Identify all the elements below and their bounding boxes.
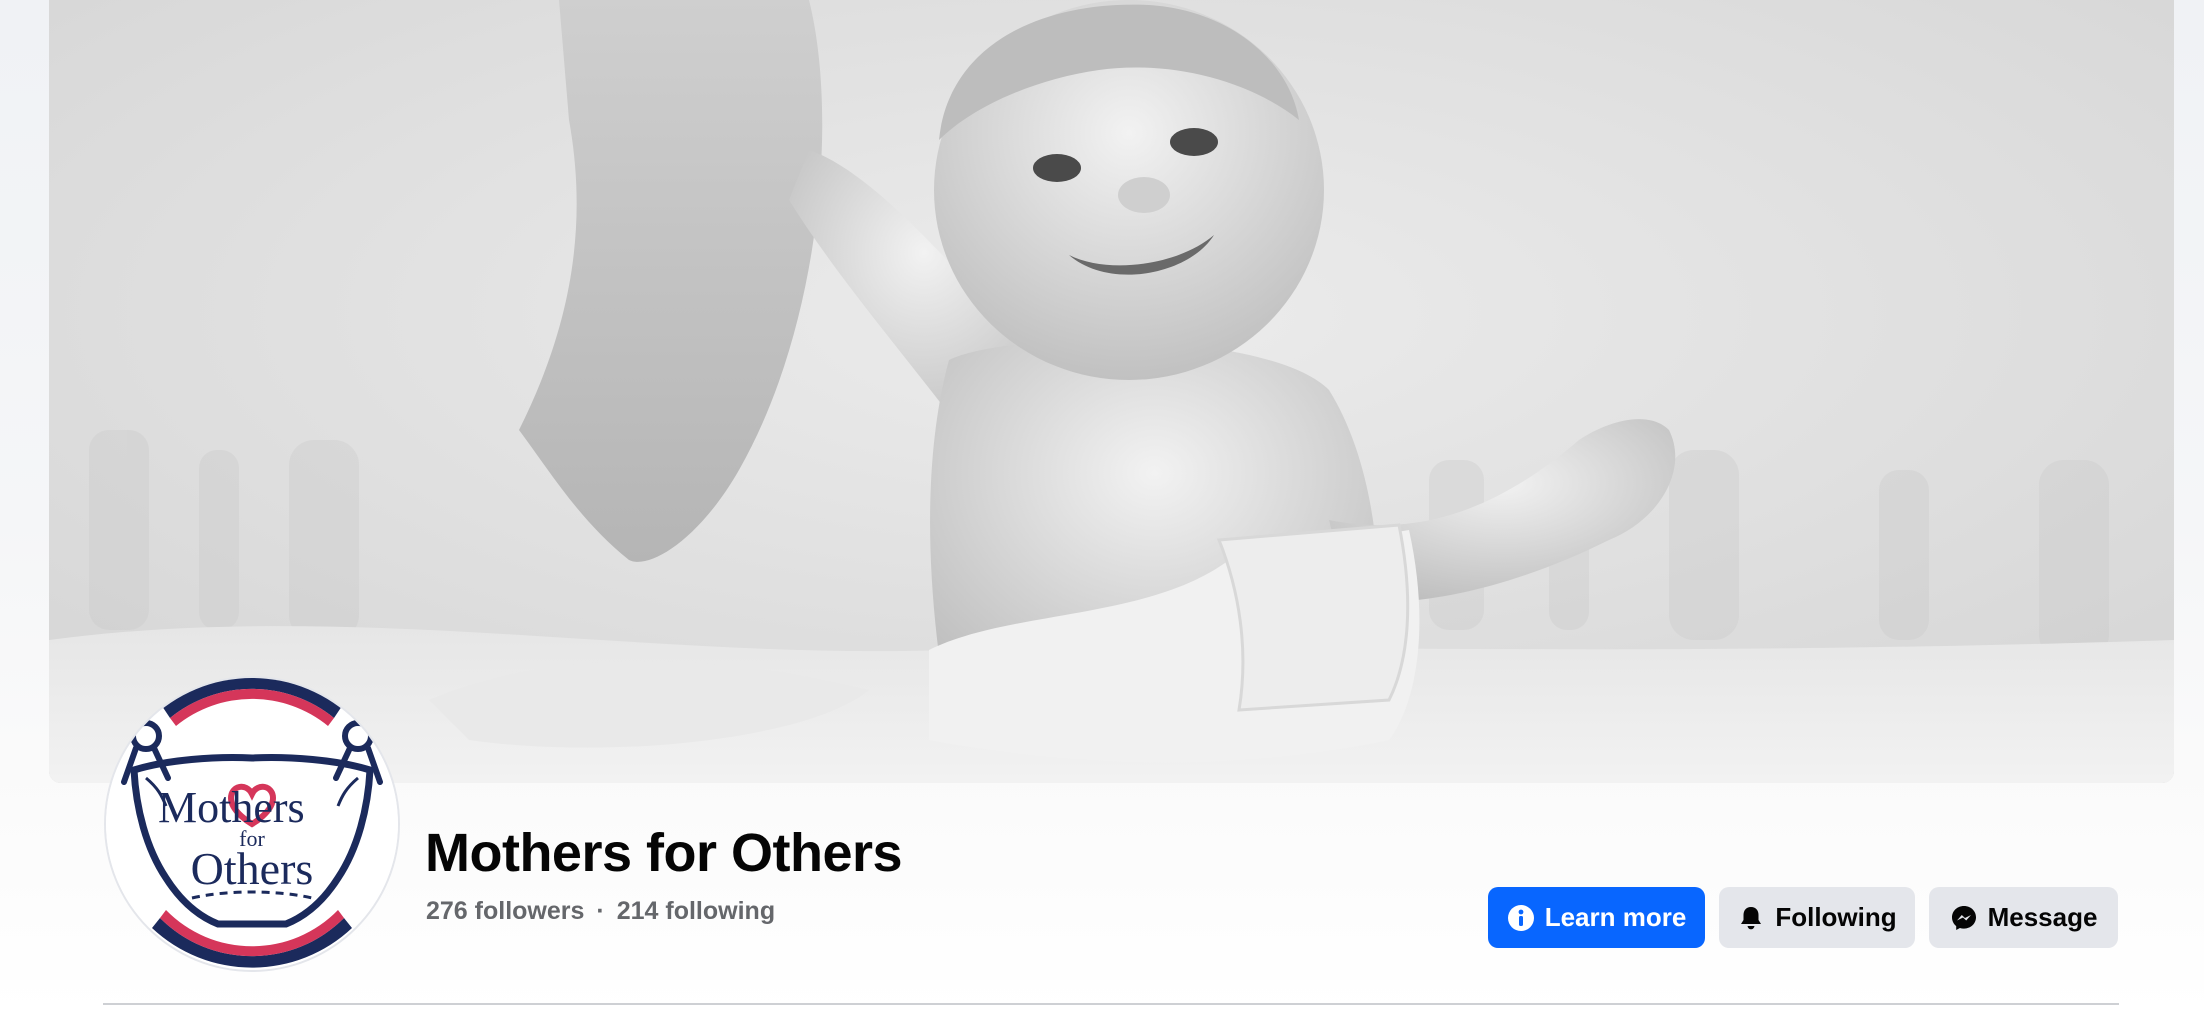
header-divider bbox=[103, 1003, 2119, 1005]
page-title: Mothers for Others bbox=[425, 823, 903, 883]
logo-text-others: Others bbox=[191, 843, 314, 894]
followers-link[interactable]: 276 followers bbox=[426, 897, 584, 926]
cover-photo[interactable] bbox=[49, 0, 2174, 783]
logo-text-mothers: Mothers bbox=[158, 783, 305, 832]
stats-separator: · bbox=[596, 897, 605, 925]
info-icon bbox=[1507, 904, 1535, 932]
page-header: Mothers for Others Mothers for Others 27… bbox=[0, 0, 2204, 1014]
profile-actions: Learn more Following Message bbox=[1488, 887, 2118, 948]
messenger-icon bbox=[1950, 904, 1978, 932]
follow-stats: 276 followers · 214 following bbox=[426, 897, 775, 926]
cover-photo-image bbox=[49, 0, 2174, 783]
following-label: Following bbox=[1775, 902, 1897, 932]
diaper-heart-logo: Mothers for Others bbox=[106, 678, 398, 970]
profile-avatar[interactable]: Mothers for Others bbox=[106, 678, 398, 970]
following-link[interactable]: 214 following bbox=[617, 897, 775, 926]
learn-more-label: Learn more bbox=[1544, 902, 1687, 932]
learn-more-button[interactable]: Learn more bbox=[1488, 887, 1705, 948]
following-button[interactable]: Following bbox=[1719, 887, 1915, 948]
bell-icon bbox=[1737, 904, 1765, 932]
message-button[interactable]: Message bbox=[1929, 887, 2118, 948]
message-label: Message bbox=[1987, 902, 2098, 932]
